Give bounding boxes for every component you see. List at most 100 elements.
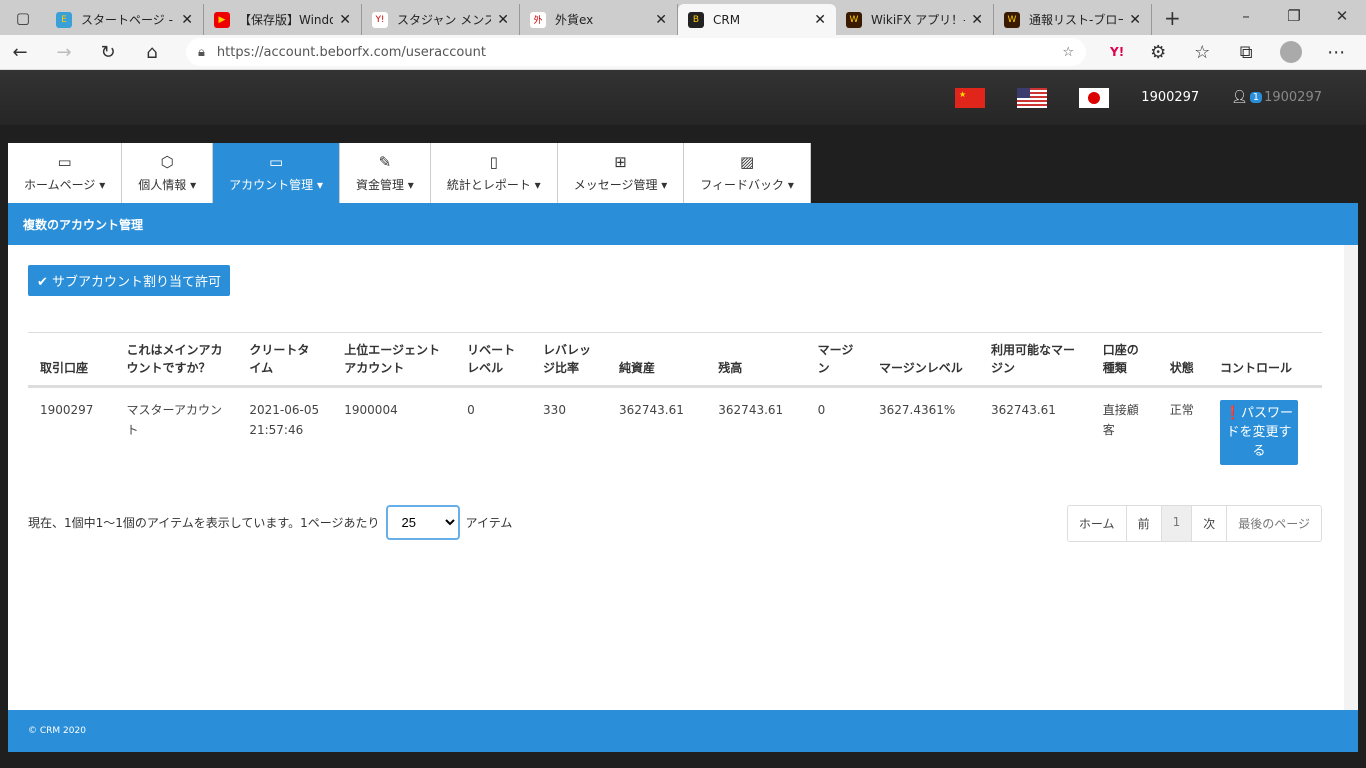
flag-usa-icon[interactable] xyxy=(1017,87,1048,108)
column-header[interactable]: マージン xyxy=(805,332,867,388)
pager-button[interactable]: ホーム xyxy=(1068,506,1127,541)
nav-item[interactable]: ▭ アカウント管理 ▾ xyxy=(213,143,340,203)
browser-tab[interactable]: ▶ 【保存版】Windows ✕ xyxy=(204,4,362,35)
allow-subaccount-button[interactable]: ✔ サブアカウント割り当て許可 xyxy=(28,265,231,296)
notification-badge: 1 xyxy=(1249,92,1263,103)
table-cell: 3627.4361% xyxy=(879,403,956,417)
browser-tab[interactable]: Y! スタジャン メンズの商 ✕ xyxy=(362,4,520,35)
column-header[interactable]: これはメインアカウントですか？ xyxy=(114,332,238,388)
nav-label-text: 資金管理 xyxy=(355,178,404,192)
column-header[interactable]: レバレッジ比率 xyxy=(531,332,607,388)
close-tab-icon[interactable]: ✕ xyxy=(971,12,983,28)
nav-item[interactable]: ✎ 資金管理 ▾ xyxy=(339,143,431,203)
close-tab-icon[interactable]: ✕ xyxy=(497,12,509,28)
nav-icon: ⊞ xyxy=(614,153,627,171)
pager-button[interactable]: 前 xyxy=(1127,506,1162,541)
favicon-icon: W xyxy=(1004,11,1020,28)
nav-label: メッセージ管理 ▾ xyxy=(573,178,668,192)
nav-item[interactable]: ⬡ 個人情報 ▾ xyxy=(122,143,214,203)
table-cell: 1900297 xyxy=(40,403,94,417)
browser-tab-strip: ▢ E スタートページ - E ST ✕ ▶ 【保存版】Windows ✕ Y! スタジャン … xyxy=(0,0,1366,35)
column-header[interactable]: 残高 xyxy=(706,332,806,388)
nav-label: フィードバック ▾ xyxy=(700,178,794,192)
table-cell: 330 xyxy=(543,403,566,417)
nav-item[interactable]: ⊞ メッセージ管理 ▾ xyxy=(557,143,685,203)
favicon-icon: 外 xyxy=(530,11,546,28)
nav-icon: ▭ xyxy=(57,153,72,171)
tab-actions-icon[interactable]: ▢ xyxy=(0,9,46,27)
address-bar[interactable]: 🔒︎ https://account.beborfx.com/useraccou… xyxy=(186,38,1086,66)
tab-title: WikiFX アプリ！- ク xyxy=(871,13,966,27)
table-cell: 0 xyxy=(817,403,826,417)
column-header[interactable]: 口座の種類 xyxy=(1090,332,1158,388)
flag-japan-icon[interactable] xyxy=(1079,87,1110,108)
per-page-select[interactable]: 25 xyxy=(385,505,460,540)
pager-button[interactable]: 1 xyxy=(1161,506,1193,541)
table-cell: 362743.61 xyxy=(718,403,784,417)
column-header[interactable]: マージンレベル xyxy=(867,332,980,388)
pager-button[interactable]: 最後のページ xyxy=(1227,506,1321,541)
tab-title: CRM xyxy=(713,12,741,27)
nav-label-text: アカウント管理 xyxy=(229,178,314,192)
favicon-icon: E xyxy=(56,11,72,28)
home-icon[interactable]: ⌂ xyxy=(142,42,162,63)
column-header[interactable]: 純資産 xyxy=(606,332,707,388)
browser-tab[interactable]: B CRM ✕ xyxy=(678,4,836,35)
restore-icon[interactable]: ❐ xyxy=(1270,0,1318,32)
tab-title: 通報リスト-ブローカー xyxy=(1029,13,1123,27)
nav-label-text: 統計とレポート xyxy=(446,178,531,192)
close-tab-icon[interactable]: ✕ xyxy=(339,12,351,28)
close-tab-icon[interactable]: ✕ xyxy=(655,12,667,28)
nav-icon: ✎ xyxy=(378,153,392,171)
scrollbar[interactable] xyxy=(1344,245,1358,710)
user-menu[interactable]: 👤︎ 1 1900297 xyxy=(1231,90,1322,105)
favicon-icon: Y! xyxy=(372,11,388,28)
browser-tab[interactable]: 外外貨ex ✕ xyxy=(520,4,678,35)
extensions-icon[interactable]: ⚙ xyxy=(1148,42,1168,63)
browser-tab[interactable]: W 通報リスト-ブローカー ✕ xyxy=(994,4,1152,35)
close-tab-icon[interactable]: ✕ xyxy=(1129,12,1141,28)
nav-item[interactable]: ▯ 統計とレポート ▾ xyxy=(430,143,558,203)
close-tab-icon[interactable]: ✕ xyxy=(814,12,826,28)
browser-tab[interactable]: W WikiFX アプリ！- ク ✕ xyxy=(836,4,994,35)
favorites-icon[interactable]: ☆ xyxy=(1192,42,1212,63)
browser-tab[interactable]: E スタートページ - E ST ✕ xyxy=(46,4,204,35)
favicon-icon: ▶ xyxy=(214,11,230,28)
back-icon[interactable]: ← xyxy=(10,42,30,63)
profile-avatar[interactable] xyxy=(1280,41,1303,63)
favorite-add-icon[interactable]: ☆ xyxy=(1062,45,1074,60)
nav-item[interactable]: ▨ フィードバック ▾ xyxy=(684,143,811,203)
forward-icon[interactable]: → xyxy=(54,42,74,63)
close-tab-icon[interactable]: ✕ xyxy=(181,12,193,28)
refresh-icon[interactable]: ↻ xyxy=(98,42,118,63)
column-header[interactable]: リベートレベル xyxy=(455,332,532,388)
nav-icon: ▯ xyxy=(489,153,498,171)
minimize-icon[interactable]: – xyxy=(1222,0,1270,32)
new-tab-button[interactable]: + xyxy=(1152,6,1193,30)
column-header[interactable]: 状態 xyxy=(1157,332,1208,388)
nav-label: アカウント管理 ▾ xyxy=(229,178,323,192)
nav-icon: ▨ xyxy=(740,153,755,171)
more-icon[interactable]: ⋯ xyxy=(1326,42,1346,63)
main-panel: 複数のアカウント管理 ✔ サブアカウント割り当て許可 取引口座 これはメインアカウ… xyxy=(8,203,1358,752)
column-header[interactable]: 取引口座 xyxy=(28,332,115,388)
user-id: 1900297 xyxy=(1141,90,1200,105)
nav-icon: ⬡ xyxy=(160,153,174,171)
close-window-icon[interactable]: ✕ xyxy=(1318,0,1366,32)
svg-text:★: ★ xyxy=(959,90,966,99)
collections-icon[interactable]: ⧉ xyxy=(1236,42,1256,63)
nav-label-text: 個人情報 xyxy=(138,178,187,192)
flag-china-icon[interactable]: ★ xyxy=(955,87,986,108)
tab-title: スタートページ - E ST xyxy=(81,13,175,27)
nav-label-text: ホームページ xyxy=(24,178,96,192)
table-cell: 直接顧客 xyxy=(1102,403,1139,437)
tab-title: 【保存版】Windows xyxy=(239,13,334,27)
nav-item[interactable]: ▭ ホームページ ▾ xyxy=(8,143,123,203)
column-header[interactable]: 利用可能なマージン xyxy=(979,332,1091,388)
column-header[interactable]: 上位エージェントアカウント xyxy=(332,332,456,388)
column-header[interactable]: クリートタイム xyxy=(237,332,333,388)
panel-title: 複数のアカウント管理 xyxy=(8,203,1358,245)
pager-button[interactable]: 次 xyxy=(1192,506,1228,541)
change-password-button[interactable]: ❗パスワードを変更する xyxy=(1219,400,1298,465)
yahoo-extension-icon[interactable]: Y! xyxy=(1110,45,1124,59)
